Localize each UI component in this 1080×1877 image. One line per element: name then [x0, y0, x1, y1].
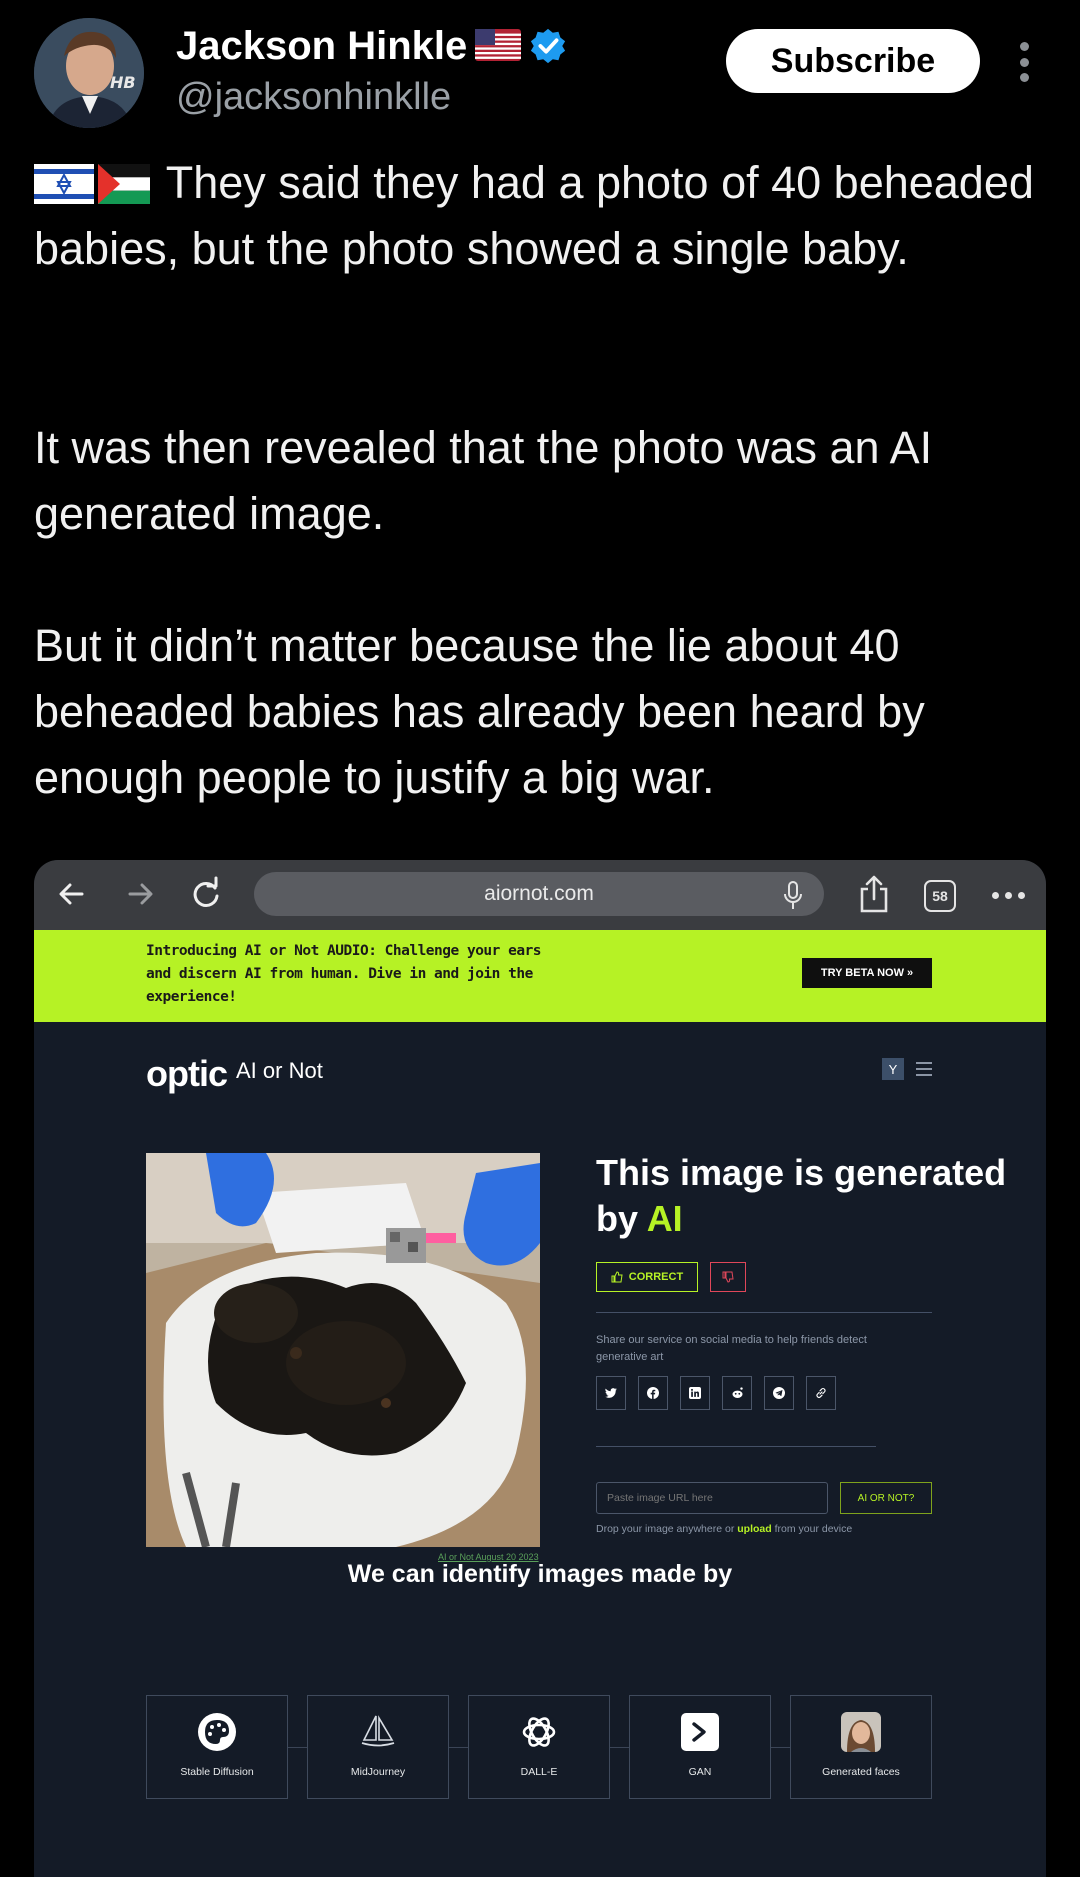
share-icon[interactable]: [856, 874, 892, 914]
audio-banner: Introducing AI or Not AUDIO: Challenge y…: [34, 930, 1046, 1022]
tweet-paragraph-3: But it didn’t matter because the lie abo…: [34, 620, 925, 803]
author-name[interactable]: Jackson Hinkle: [176, 24, 567, 69]
model-card-midjourney[interactable]: MidJourney: [307, 1695, 449, 1799]
model-card-dall-e[interactable]: DALL-E: [468, 1695, 610, 1799]
israel-flag-icon: [34, 164, 94, 204]
openai-icon: [519, 1712, 559, 1752]
menu-icon[interactable]: [916, 1062, 932, 1076]
incorrect-button[interactable]: [710, 1262, 746, 1292]
microphone-icon[interactable]: [784, 881, 802, 911]
author-handle[interactable]: @jacksonhinklle: [176, 76, 451, 119]
upload-link[interactable]: upload: [737, 1523, 771, 1535]
more-options-icon[interactable]: [1016, 42, 1032, 82]
ai-or-not-button[interactable]: AI OR NOT?: [840, 1482, 932, 1514]
logo-subtitle: AI or Not: [236, 1058, 323, 1083]
tweet-paragraph-1-text: They said they had a photo of 40 beheade…: [34, 157, 1034, 274]
palette-icon: [197, 1712, 237, 1752]
identify-heading: We can identify images made by: [347, 1560, 733, 1588]
browser-menu-icon[interactable]: [992, 892, 1025, 899]
linkedin-icon[interactable]: [680, 1376, 710, 1410]
tweet-paragraph-2: It was then revealed that the photo was …: [34, 422, 933, 539]
verified-badge-icon: [531, 28, 566, 64]
facebook-icon[interactable]: [638, 1376, 668, 1410]
result-title-accent: AI: [646, 1198, 683, 1239]
twitter-icon[interactable]: [596, 1376, 626, 1410]
telegram-icon[interactable]: [764, 1376, 794, 1410]
analyzed-photo: [146, 1153, 540, 1547]
model-label: Generated faces: [822, 1766, 900, 1778]
model-label: Stable Diffusion: [180, 1766, 254, 1778]
tweet-paragraph-1: They said they had a photo of 40 beheade…: [34, 150, 1064, 282]
social-share-row: [596, 1376, 836, 1410]
model-card-stable-diffusion[interactable]: Stable Diffusion: [146, 1695, 288, 1799]
divider: [596, 1446, 876, 1447]
correct-label: CORRECT: [628, 1271, 684, 1283]
result-title: This image is generated by AI: [596, 1150, 1046, 1242]
model-label: DALL-E: [520, 1766, 558, 1778]
reddit-icon[interactable]: [722, 1376, 752, 1410]
link-icon[interactable]: [806, 1376, 836, 1410]
thumbs-down-icon: [722, 1271, 734, 1283]
terminal-icon: [680, 1712, 720, 1752]
sailboat-icon: [358, 1712, 398, 1752]
drop-text-prefix: Drop your image anywhere or: [596, 1523, 735, 1535]
drop-instructions: Drop your image anywhere or upload from …: [596, 1523, 852, 1535]
share-prompt: Share our service on social media to hel…: [596, 1334, 867, 1363]
image-url-input[interactable]: [596, 1482, 828, 1514]
model-card-generated-faces[interactable]: Generated faces: [790, 1695, 932, 1799]
divider: [596, 1312, 932, 1313]
browser-toolbar: aiornot.com 58: [34, 860, 1046, 930]
subscribe-button[interactable]: Subscribe: [726, 29, 980, 93]
optic-logo[interactable]: optic: [146, 1053, 228, 1095]
embedded-screenshot[interactable]: aiornot.com 58 Introducing AI or Not AUD…: [34, 860, 1046, 1877]
model-label: GAN: [688, 1766, 712, 1778]
thumbs-up-icon: [611, 1271, 623, 1283]
author-avatar[interactable]: HB: [34, 18, 144, 128]
reload-icon[interactable]: [186, 874, 226, 914]
model-card-gan[interactable]: GAN: [629, 1695, 771, 1799]
model-label: MidJourney: [350, 1766, 406, 1778]
svg-text:HB: HB: [110, 73, 136, 92]
drop-text-suffix: from your device: [774, 1523, 853, 1535]
us-flag-icon: [475, 29, 522, 61]
address-bar[interactable]: aiornot.com: [254, 872, 824, 916]
back-arrow-icon[interactable]: [52, 874, 92, 914]
face-icon: [841, 1712, 881, 1752]
try-beta-button[interactable]: TRY BETA NOW »: [802, 958, 932, 988]
forward-arrow-icon[interactable]: [120, 874, 160, 914]
palestine-flag-icon: [98, 164, 150, 204]
user-badge[interactable]: Y: [882, 1058, 904, 1080]
tab-count[interactable]: 58: [924, 880, 956, 912]
correct-button[interactable]: CORRECT: [596, 1262, 698, 1292]
author-name-text: Jackson Hinkle: [176, 24, 468, 68]
banner-text: Introducing AI or Not AUDIO: Challenge y…: [146, 943, 542, 1005]
